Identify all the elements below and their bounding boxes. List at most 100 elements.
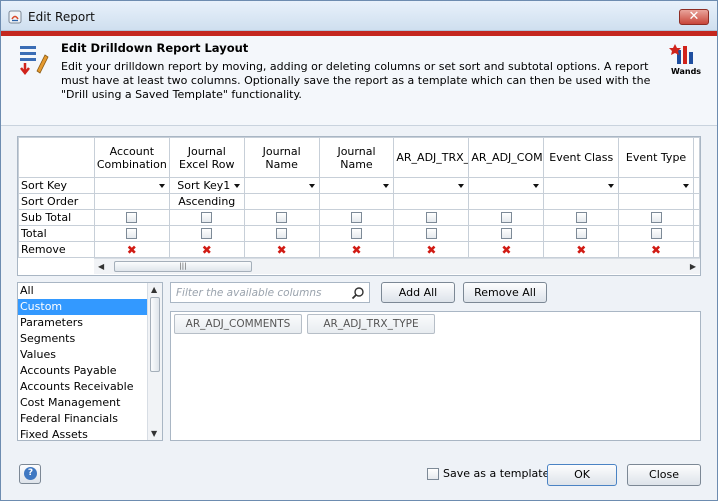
sort-order-cell[interactable] <box>93 193 170 210</box>
search-icon[interactable] <box>351 286 365 300</box>
total-checkbox[interactable] <box>350 228 362 239</box>
list-item[interactable]: Fixed Assets <box>18 427 148 440</box>
available-column-chip[interactable]: AR_ADJ_COMMENTS <box>174 314 302 334</box>
column-category-list: All Custom Parameters Segments Values Ac… <box>17 282 163 441</box>
sort-key-dropdown[interactable] <box>243 177 320 194</box>
sort-key-dropdown[interactable] <box>318 177 395 194</box>
sort-key-dropdown[interactable] <box>543 177 620 194</box>
column-header[interactable]: Event Class <box>543 137 620 178</box>
list-item[interactable]: Accounts Payable <box>18 363 148 379</box>
save-template-label: Save as a template <box>443 467 550 480</box>
header-row: Account Combination Journal Excel Row Jo… <box>18 137 700 178</box>
row-label-sort-key: Sort Key <box>18 177 95 194</box>
remove-cell: ✖ <box>618 241 694 258</box>
columns-table: Account Combination Journal Excel Row Jo… <box>18 137 700 258</box>
column-header[interactable]: AR_ADJ_COMM <box>468 137 545 178</box>
total-checkbox[interactable] <box>650 228 662 239</box>
grid-horizontal-scrollbar[interactable]: ◀ ||| ▶ <box>94 258 700 274</box>
column-header[interactable]: Journal Name <box>243 137 320 178</box>
category-vertical-scrollbar[interactable]: ▲ ▼ <box>147 283 162 440</box>
sub-total-checkbox[interactable] <box>126 212 138 223</box>
sort-order-cell[interactable] <box>393 193 470 210</box>
sort-order-cell[interactable] <box>318 193 395 210</box>
dialog-header: Edit Drilldown Report Layout Edit your d… <box>1 36 717 126</box>
remove-column-icon[interactable]: ✖ <box>245 243 319 257</box>
overflow-cell <box>692 137 700 178</box>
scroll-down-icon[interactable]: ▼ <box>151 429 157 438</box>
sort-order-cell[interactable] <box>243 193 320 210</box>
title-bar[interactable]: Edit Report ✕ <box>1 1 717 31</box>
remove-column-icon[interactable]: ✖ <box>320 243 394 257</box>
sub-total-checkbox[interactable] <box>500 212 512 223</box>
ok-button[interactable]: OK <box>547 464 617 486</box>
remove-column-icon[interactable]: ✖ <box>619 243 693 257</box>
scroll-thumb[interactable] <box>150 297 160 372</box>
available-column-chip[interactable]: AR_ADJ_TRX_TYPE <box>307 314 435 334</box>
sub-total-checkbox[interactable] <box>575 212 587 223</box>
window-close-button[interactable]: ✕ <box>679 9 709 25</box>
total-checkbox[interactable] <box>425 228 437 239</box>
chevron-down-icon <box>458 184 465 188</box>
total-checkbox[interactable] <box>201 228 213 239</box>
sort-key-dropdown[interactable] <box>468 177 545 194</box>
list-item-selected[interactable]: Custom <box>18 299 148 315</box>
sort-order-cell[interactable] <box>543 193 620 210</box>
column-header[interactable]: Journal Excel Row <box>168 137 245 178</box>
filter-columns-input[interactable]: Filter the available columns <box>170 282 370 303</box>
sort-order-cell[interactable] <box>468 193 545 210</box>
remove-cell: ✖ <box>243 241 320 258</box>
sort-order-cell[interactable] <box>618 193 694 210</box>
sub-total-checkbox[interactable] <box>201 212 213 223</box>
total-cell <box>393 225 470 242</box>
total-cell <box>243 225 320 242</box>
list-item[interactable]: Values <box>18 347 148 363</box>
chevron-down-icon <box>383 184 390 188</box>
remove-cell: ✖ <box>543 241 620 258</box>
sort-order-cell[interactable]: Ascending <box>168 193 245 210</box>
sub-total-checkbox[interactable] <box>425 212 437 223</box>
list-item[interactable]: Accounts Receivable <box>18 379 148 395</box>
total-checkbox[interactable] <box>276 228 288 239</box>
add-all-button[interactable]: Add All <box>381 282 455 303</box>
scroll-left-icon[interactable]: ◀ <box>98 262 104 271</box>
sort-key-dropdown[interactable] <box>93 177 170 194</box>
total-checkbox[interactable] <box>126 228 138 239</box>
remove-all-button[interactable]: Remove All <box>463 282 547 303</box>
sort-key-dropdown[interactable] <box>393 177 470 194</box>
total-checkbox[interactable] <box>575 228 587 239</box>
sub-total-checkbox[interactable] <box>350 212 362 223</box>
list-item[interactable]: Cost Management <box>18 395 148 411</box>
scroll-right-icon[interactable]: ▶ <box>690 262 696 271</box>
corner-cell <box>18 137 95 178</box>
list-item[interactable]: Federal Financials <box>18 411 148 427</box>
sort-key-dropdown[interactable]: Sort Key1 <box>168 177 245 194</box>
remove-column-icon[interactable]: ✖ <box>95 243 169 257</box>
scroll-thumb[interactable]: ||| <box>114 261 252 272</box>
chevron-down-icon <box>158 184 165 188</box>
column-header[interactable]: AR_ADJ_TRX_T <box>393 137 470 178</box>
column-header[interactable]: Journal Name <box>318 137 395 178</box>
remove-column-icon[interactable]: ✖ <box>544 243 618 257</box>
close-button[interactable]: Close <box>627 464 701 486</box>
remove-column-icon[interactable]: ✖ <box>170 243 244 257</box>
list-item[interactable]: Parameters <box>18 315 148 331</box>
total-cell <box>618 225 694 242</box>
save-template-checkbox[interactable] <box>427 468 439 480</box>
sort-key-dropdown[interactable] <box>618 177 694 194</box>
column-header[interactable]: Event Type <box>618 137 694 178</box>
remove-column-icon[interactable]: ✖ <box>394 243 468 257</box>
remove-column-icon[interactable]: ✖ <box>469 243 543 257</box>
list-item[interactable]: All <box>18 283 148 299</box>
sub-total-cell <box>243 209 320 226</box>
column-header[interactable]: Account Combination <box>93 137 170 178</box>
help-button[interactable]: ? <box>19 464 41 484</box>
total-checkbox[interactable] <box>500 228 512 239</box>
list-item[interactable]: Segments <box>18 331 148 347</box>
total-cell <box>468 225 545 242</box>
sub-total-checkbox[interactable] <box>276 212 288 223</box>
remove-cell: ✖ <box>168 241 245 258</box>
wands-logo-graphic <box>669 44 693 64</box>
report-columns-grid: Account Combination Journal Excel Row Jo… <box>17 136 701 276</box>
sub-total-checkbox[interactable] <box>650 212 662 223</box>
scroll-up-icon[interactable]: ▲ <box>151 285 157 294</box>
